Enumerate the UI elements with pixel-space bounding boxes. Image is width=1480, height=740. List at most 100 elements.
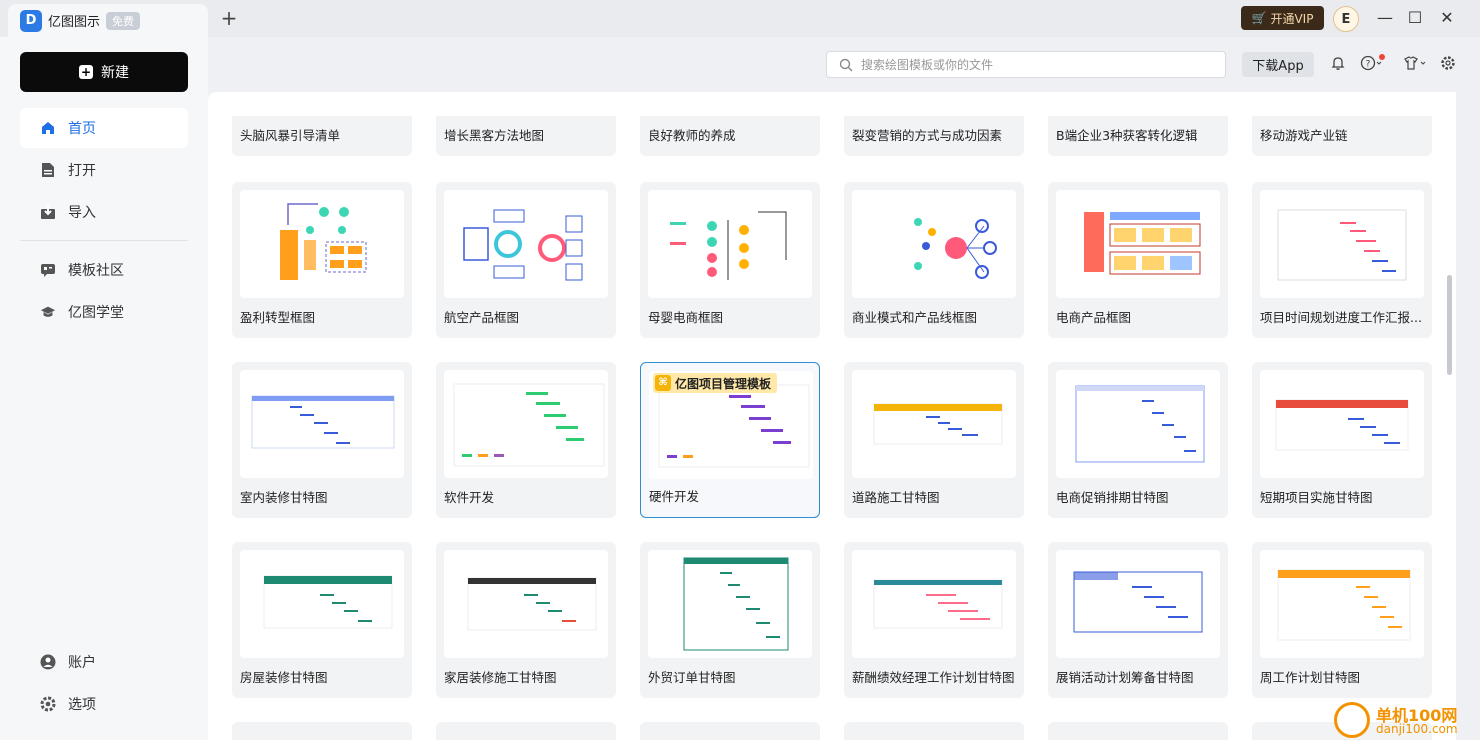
- vip-button[interactable]: 🛒 开通VIP: [1241, 6, 1324, 30]
- template-card[interactable]: 软件开发: [436, 362, 616, 518]
- bell-icon[interactable]: [1328, 55, 1348, 75]
- sidebar-item-options[interactable]: 选项: [20, 684, 188, 724]
- template-thumbnail: [240, 550, 404, 658]
- template-card[interactable]: 薪酬绩效经理工作计划甘特图: [844, 542, 1024, 698]
- template-thumbnail: [240, 190, 404, 298]
- watermark-logo-icon: [1334, 702, 1370, 738]
- template-title: 头脑风暴引导清单: [240, 128, 341, 143]
- template-card[interactable]: [436, 722, 616, 740]
- template-card[interactable]: 电商促销排期甘特图: [1048, 362, 1228, 518]
- new-tab-button[interactable]: +: [219, 8, 239, 28]
- template-card[interactable]: 周工作计划甘特图: [1252, 542, 1432, 698]
- template-thumbnail: [1260, 190, 1424, 298]
- template-card[interactable]: 展销活动计划筹备甘特图: [1048, 542, 1228, 698]
- template-title: 硬件开发: [649, 489, 700, 504]
- template-card[interactable]: [640, 722, 820, 740]
- template-card-featured[interactable]: ⌘ 亿图项目管理模板 硬件开发: [640, 362, 820, 518]
- template-card[interactable]: B端企业3种获客转化逻辑: [1048, 116, 1228, 156]
- template-title: 盈利转型框图: [240, 310, 316, 325]
- search-box[interactable]: [826, 51, 1226, 78]
- template-card[interactable]: 房屋装修甘特图: [232, 542, 412, 698]
- site-watermark: 单机100网 danji100.com: [1330, 700, 1480, 740]
- template-card[interactable]: 项目时间规划进度工作汇报...: [1252, 182, 1432, 338]
- sidebar-item-home[interactable]: 首页: [20, 108, 188, 148]
- template-title: 道路施工甘特图: [852, 490, 940, 505]
- template-card[interactable]: 头脑风暴引导清单: [232, 116, 412, 156]
- new-button-label: 新建: [101, 65, 129, 81]
- template-title: 良好教师的养成: [648, 128, 736, 143]
- template-card[interactable]: 电商产品框图: [1048, 182, 1228, 338]
- settings-gear-icon[interactable]: [1438, 55, 1458, 75]
- sidebar-item-academy[interactable]: 亿图学堂: [20, 292, 188, 332]
- template-thumbnail: ⌘ 亿图项目管理模板: [649, 371, 813, 479]
- template-title: 展销活动计划筹备甘特图: [1056, 670, 1194, 685]
- template-card[interactable]: [844, 722, 1024, 740]
- template-card[interactable]: 移动游戏产业链: [1252, 116, 1432, 156]
- template-card[interactable]: 室内装修甘特图: [232, 362, 412, 518]
- template-card[interactable]: 外贸订单甘特图: [640, 542, 820, 698]
- template-title: 裂变营销的方式与成功因素: [852, 128, 1003, 143]
- sidebar-item-label: 账户: [68, 655, 96, 671]
- sidebar-item-account[interactable]: 账户: [20, 642, 188, 682]
- template-card[interactable]: 短期项目实施甘特图: [1252, 362, 1432, 518]
- watermark-url: danji100.com: [1376, 722, 1458, 736]
- vip-label: 开通VIP: [1270, 11, 1314, 26]
- template-card[interactable]: 盈利转型框图: [232, 182, 412, 338]
- app-tab[interactable]: D 亿图图示 免费: [8, 4, 208, 37]
- template-thumbnail: [648, 190, 812, 298]
- download-app-button[interactable]: 下载App: [1242, 52, 1314, 77]
- new-button[interactable]: + 新建: [20, 52, 188, 92]
- user-icon: [40, 654, 56, 670]
- sidebar-item-label: 选项: [68, 697, 96, 713]
- graduation-cap-icon: [40, 304, 56, 320]
- template-card[interactable]: 商业模式和产品线框图: [844, 182, 1024, 338]
- sidebar: + 新建 首页 打开 导入 模板社区 亿图学堂 账户 选项: [0, 37, 208, 740]
- free-badge: 免费: [106, 11, 141, 30]
- tag-logo-icon: ⌘: [655, 375, 671, 391]
- template-title: 移动游戏产业链: [1260, 128, 1348, 143]
- template-card[interactable]: 家居装修施工甘特图: [436, 542, 616, 698]
- sidebar-divider: [20, 240, 188, 241]
- community-icon: [40, 262, 56, 278]
- template-card[interactable]: [232, 722, 412, 740]
- app-logo-icon: D: [20, 9, 42, 32]
- template-title: 母婴电商框图: [648, 310, 724, 325]
- sidebar-item-community[interactable]: 模板社区: [20, 250, 188, 290]
- template-thumbnail: [1056, 370, 1220, 478]
- avatar[interactable]: E: [1333, 6, 1359, 32]
- template-thumbnail: [444, 370, 608, 478]
- sidebar-item-label: 导入: [68, 205, 96, 221]
- template-card[interactable]: 裂变营销的方式与成功因素: [844, 116, 1024, 156]
- vertical-scrollbar[interactable]: [1447, 275, 1452, 375]
- minimize-button[interactable]: —: [1376, 8, 1394, 28]
- template-title: 软件开发: [444, 490, 495, 505]
- home-icon: [40, 120, 56, 136]
- sidebar-item-label: 打开: [68, 163, 96, 179]
- search-input[interactable]: [861, 57, 1201, 72]
- template-card[interactable]: 增长黑客方法地图: [436, 116, 616, 156]
- sidebar-item-open[interactable]: 打开: [20, 150, 188, 190]
- close-button[interactable]: ✕: [1438, 8, 1456, 28]
- notification-dot: [1379, 54, 1385, 60]
- sidebar-item-import[interactable]: 导入: [20, 192, 188, 232]
- template-thumbnail: [852, 190, 1016, 298]
- template-title: 电商产品框图: [1056, 310, 1132, 325]
- featured-tag-label: 亿图项目管理模板: [675, 376, 772, 391]
- template-card[interactable]: [1048, 722, 1228, 740]
- gear-icon: [40, 696, 56, 712]
- template-title: 短期项目实施甘特图: [1260, 490, 1373, 505]
- template-card[interactable]: 道路施工甘特图: [844, 362, 1024, 518]
- skin-icon[interactable]: [1402, 55, 1428, 75]
- template-card[interactable]: 航空产品框图: [436, 182, 616, 338]
- template-thumbnail: [444, 190, 608, 298]
- template-title: 增长黑客方法地图: [444, 128, 545, 143]
- maximize-button[interactable]: ☐: [1406, 8, 1424, 28]
- template-title: 航空产品框图: [444, 310, 520, 325]
- search-icon: [839, 58, 853, 71]
- template-card[interactable]: 母婴电商框图: [640, 182, 820, 338]
- template-title: 周工作计划甘特图: [1260, 670, 1361, 685]
- template-card[interactable]: 良好教师的养成: [640, 116, 820, 156]
- template-title: 室内装修甘特图: [240, 490, 328, 505]
- template-title: 房屋装修甘特图: [240, 670, 328, 685]
- template-thumbnail: [1260, 370, 1424, 478]
